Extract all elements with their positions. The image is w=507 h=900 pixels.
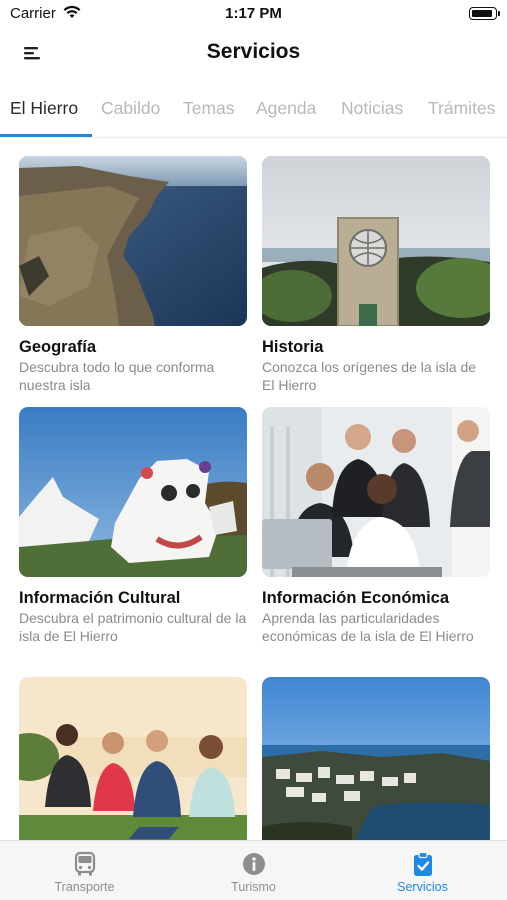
section-tabs: El Hierro Cabildo Temas Agenda Noticias …	[0, 88, 507, 138]
tabbar-label: Turismo	[231, 880, 276, 894]
active-tab-indicator	[0, 134, 92, 137]
tab-agenda[interactable]: Agenda	[256, 98, 316, 119]
tab-temas[interactable]: Temas	[183, 98, 235, 119]
card-informacion-economica[interactable]: Información Económica Aprenda las partic…	[262, 407, 490, 645]
navigation-bar: Servicios	[0, 30, 507, 76]
tabbar-label: Transporte	[54, 880, 115, 894]
card-title: Información Económica	[262, 589, 450, 607]
battery-icon	[469, 7, 500, 20]
office-team-photo	[262, 407, 490, 577]
tab-el-hierro[interactable]: El Hierro	[10, 98, 78, 119]
monument-photo	[262, 156, 490, 326]
card-description: Conozca los orígenes de la isla de El Hi…	[262, 359, 477, 393]
tab-tramites[interactable]: Trámites	[428, 98, 495, 119]
info-icon	[241, 851, 267, 877]
tabbar-servicios[interactable]: Servicios	[338, 841, 507, 900]
tab-noticias[interactable]: Noticias	[341, 98, 403, 119]
status-time: 1:17 PM	[225, 5, 282, 22]
status-bar: Carrier 1:17 PM	[0, 0, 507, 30]
card-social[interactable]	[19, 677, 247, 858]
card-description: Aprenda las particularidades económicas …	[262, 610, 474, 644]
carnival-sculpture-photo	[19, 407, 247, 577]
card-town[interactable]	[262, 677, 490, 858]
tabbar-label: Servicios	[397, 880, 448, 894]
bus-icon	[72, 851, 98, 877]
tabbar-transporte[interactable]: Transporte	[0, 841, 169, 900]
card-title: Historia	[262, 338, 324, 356]
tabbar-turismo[interactable]: Turismo	[169, 841, 338, 900]
coastline-photo	[19, 156, 247, 326]
bottom-tab-bar: Transporte Turismo Servicios	[0, 840, 507, 900]
card-informacion-cultural[interactable]: Información Cultural Descubra el patrimo…	[19, 407, 247, 645]
card-title: Información Cultural	[19, 589, 181, 607]
page-title: Servicios	[206, 40, 301, 63]
card-historia[interactable]: Historia Conozca los orígenes de la isla…	[262, 156, 490, 394]
coastal-town-photo	[262, 677, 490, 847]
card-title: Geografía	[19, 338, 97, 356]
card-description: Descubra todo lo que conforma nuestra is…	[19, 359, 215, 393]
tab-cabildo[interactable]: Cabildo	[101, 98, 160, 119]
card-geografia[interactable]: Geografía Descubra todo lo que conforma …	[19, 156, 247, 394]
friends-on-grass-photo	[19, 677, 247, 847]
clipboard-check-icon	[410, 851, 436, 877]
card-description: Descubra el patrimonio cultural de la is…	[19, 610, 247, 644]
